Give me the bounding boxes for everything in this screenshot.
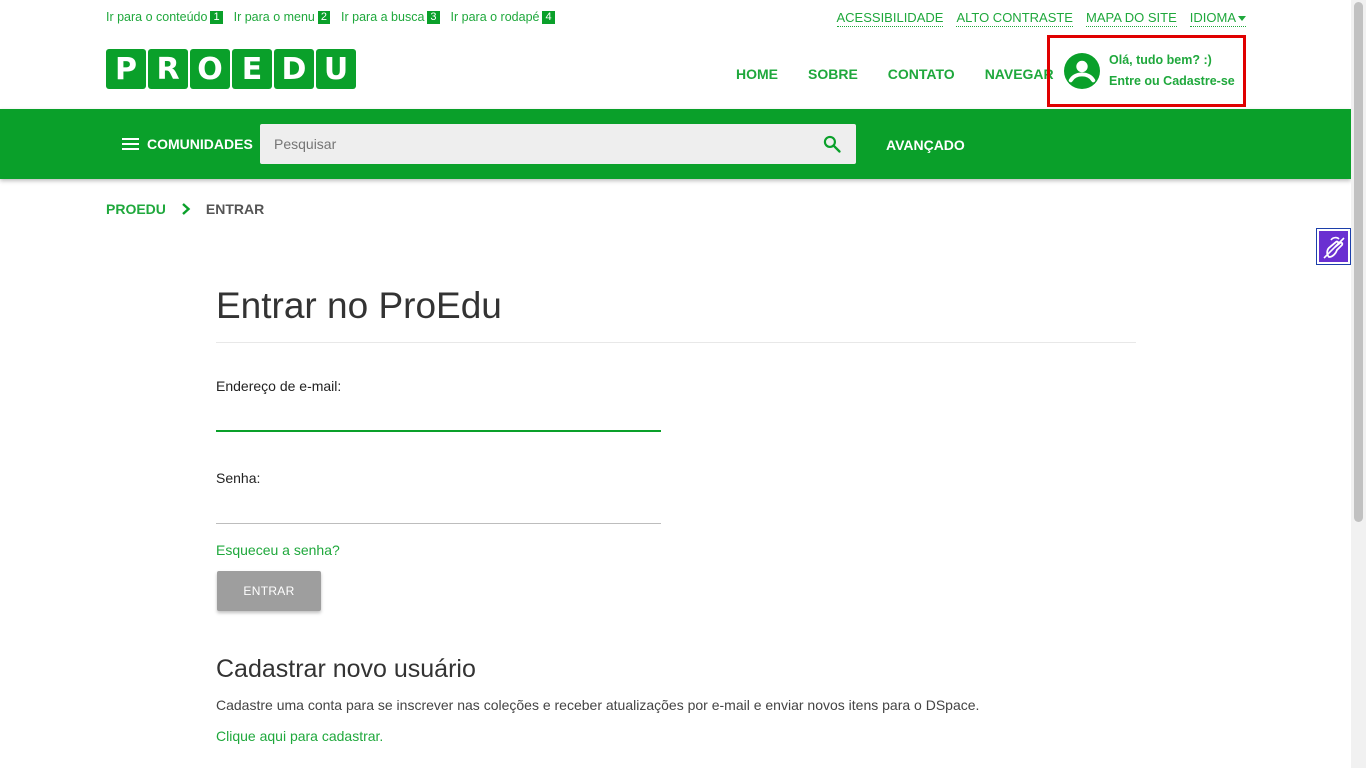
forgot-password-link[interactable]: Esqueceu a senha? — [216, 542, 1136, 558]
language-dropdown[interactable]: IDIOMA — [1189, 10, 1246, 27]
vlibras-icon-bg — [1319, 231, 1348, 262]
login-content: Entrar no ProEdu Endereço de e-mail: Sen… — [216, 284, 1136, 744]
logo-tile: D — [274, 49, 314, 89]
language-label: IDIOMA — [1189, 10, 1236, 25]
logo-tile: P — [106, 49, 146, 89]
communities-menu-button[interactable]: COMUNIDADES — [122, 136, 253, 152]
register-title: Cadastrar novo usuário — [216, 655, 476, 683]
password-field[interactable] — [216, 496, 661, 524]
skip-key: 2 — [317, 10, 331, 24]
breadcrumb-current: ENTRAR — [205, 201, 265, 217]
logo-letter: E — [241, 51, 263, 87]
logo-letter: U — [323, 51, 349, 87]
skip-to-search-link[interactable]: Ir para a busca 3 — [341, 10, 440, 24]
user-box-texts: Olá, tudo bem? :) Entre ou Cadastre-se — [1109, 50, 1235, 92]
register-link[interactable]: Clique aqui para cadastrar. — [216, 728, 1136, 744]
breadcrumb: PROEDU ENTRAR — [106, 201, 264, 217]
email-field[interactable] — [216, 404, 661, 432]
skip-label: Ir para a busca — [341, 10, 425, 24]
hand-sign-language-icon — [1322, 236, 1345, 259]
search-toolbar: COMUNIDADES AVANÇADO — [0, 109, 1351, 179]
logo-letter: D — [281, 51, 307, 87]
skip-label: Ir para o conteúdo — [106, 10, 208, 24]
logo-tile: O — [190, 49, 230, 89]
utility-links: ACESSIBILIDADE ALTO CONTRASTE MAPA DO SI… — [836, 10, 1246, 27]
nav-contact[interactable]: CONTATO — [888, 66, 955, 82]
skip-label: Ir para o menu — [233, 10, 315, 24]
skip-to-content-link[interactable]: Ir para o conteúdo 1 — [106, 10, 223, 24]
logo-letter: R — [156, 51, 180, 87]
logo-tile: R — [148, 49, 188, 89]
page-title: Entrar no ProEdu — [216, 285, 502, 326]
communities-label: COMUNIDADES — [147, 136, 253, 152]
title-divider — [216, 342, 1136, 343]
nav-browse[interactable]: NAVEGAR — [985, 66, 1054, 82]
vlibras-widget[interactable] — [1316, 228, 1351, 265]
user-greeting: Olá, tudo bem? :) — [1109, 53, 1212, 67]
advanced-search-link[interactable]: AVANÇADO — [886, 137, 965, 153]
nav-home[interactable]: HOME — [736, 66, 778, 82]
logo-tile: U — [316, 49, 356, 89]
skip-key: 1 — [210, 10, 223, 24]
caret-down-icon — [1238, 16, 1246, 22]
login-register-link[interactable]: Entre ou Cadastre-se — [1109, 71, 1235, 92]
account-circle-icon — [1064, 53, 1100, 89]
accessibility-link[interactable]: ACESSIBILIDADE — [836, 10, 944, 27]
hamburger-icon — [122, 138, 139, 150]
nav-about[interactable]: SOBRE — [808, 66, 858, 82]
password-label: Senha: — [216, 470, 261, 486]
page-scrollbar[interactable] — [1351, 0, 1366, 768]
search-input[interactable] — [260, 124, 810, 164]
logo-letter: O — [197, 51, 223, 87]
register-description: Cadastre uma conta para se inscrever nas… — [216, 697, 980, 713]
logo-tile: E — [232, 49, 272, 89]
logo-letter: P — [115, 51, 137, 87]
proedu-logo[interactable]: P R O E D U — [106, 49, 356, 89]
chevron-right-icon — [182, 203, 191, 215]
high-contrast-link[interactable]: ALTO CONTRASTE — [956, 10, 1073, 27]
email-label: Endereço de e-mail: — [216, 378, 342, 394]
site-map-link[interactable]: MAPA DO SITE — [1085, 10, 1177, 27]
search-icon[interactable] — [822, 134, 842, 154]
search-box — [260, 124, 856, 164]
skip-to-footer-link[interactable]: Ir para o rodapé 4 — [451, 10, 555, 24]
login-button[interactable]: ENTRAR — [217, 571, 321, 611]
skip-key: 3 — [427, 10, 440, 24]
scrollbar-thumb[interactable] — [1354, 2, 1363, 522]
skip-key: 4 — [542, 10, 555, 24]
skip-links: Ir para o conteúdo 1 Ir para o menu 2 Ir p… — [106, 10, 555, 24]
skip-label: Ir para o rodapé — [450, 10, 540, 24]
skip-to-menu-link[interactable]: Ir para o menu 2 — [233, 10, 331, 24]
breadcrumb-home[interactable]: PROEDU — [106, 201, 166, 217]
main-nav: HOME SOBRE CONTATO NAVEGAR — [736, 66, 1054, 82]
user-login-box[interactable]: Olá, tudo bem? :) Entre ou Cadastre-se — [1047, 35, 1246, 107]
